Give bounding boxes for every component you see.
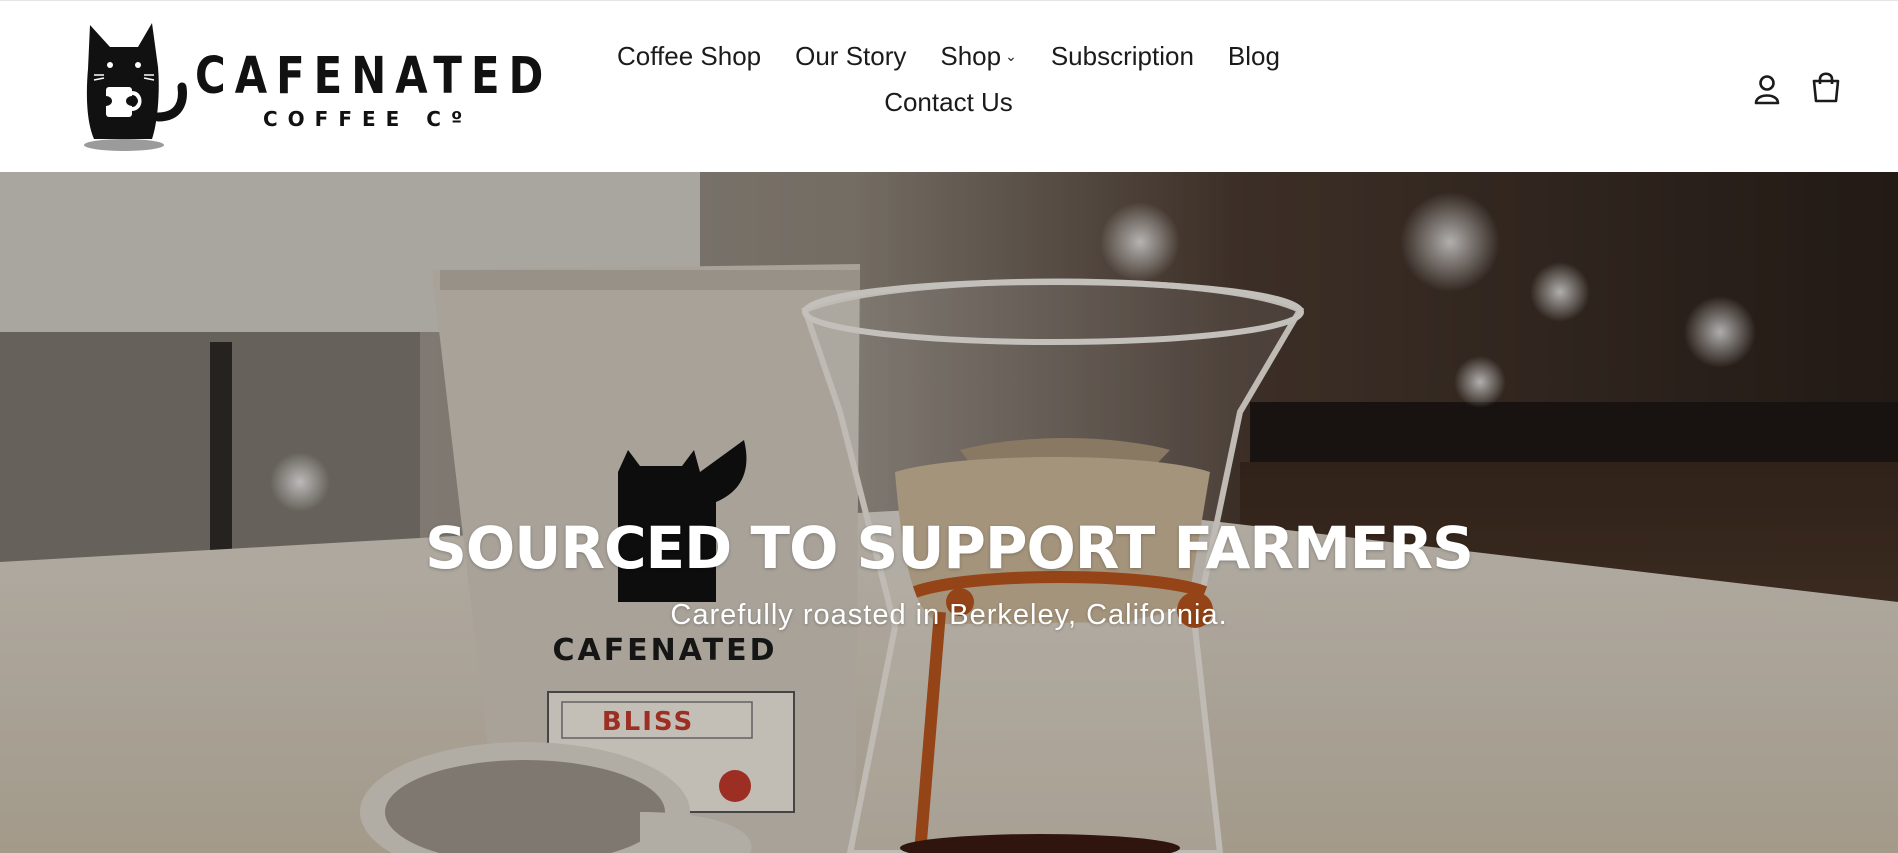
nav-item-label: Shop xyxy=(940,41,1002,71)
site-header: CAFENATED COFFEE Cº Coffee Shop Our Stor… xyxy=(0,0,1898,172)
brand-tagline: COFFEE Cº xyxy=(263,107,473,131)
nav-item-label: Contact Us xyxy=(884,87,1013,118)
nav-item-label: Subscription xyxy=(1050,41,1194,71)
chevron-down-icon: ⌄ xyxy=(1005,48,1017,65)
nav-item-subscription[interactable]: Subscription xyxy=(1034,41,1211,73)
nav-item-our-story[interactable]: Our Story xyxy=(778,41,923,73)
nav-item-blog[interactable]: Blog xyxy=(1211,41,1297,73)
nav-item-label: Coffee Shop xyxy=(617,41,762,71)
brand-logo[interactable]: CAFENATED COFFEE Cº xyxy=(80,21,543,153)
nav-item-coffee-shop[interactable]: Coffee Shop xyxy=(600,41,778,73)
brand-wordmark: CAFENATED xyxy=(195,47,553,106)
cart-icon[interactable] xyxy=(1810,71,1842,103)
nav-item-shop[interactable]: Shop ⌄ xyxy=(923,41,1033,73)
hero-overlay xyxy=(0,172,1898,853)
hero-banner: CAFENATED BLISS SOURCED TO SUPPORT FARME… xyxy=(0,172,1898,853)
nav-item-contact-us[interactable]: Contact Us xyxy=(867,87,1030,117)
account-icon[interactable] xyxy=(1752,73,1782,105)
hero-title: SOURCED TO SUPPORT FARMERS xyxy=(425,514,1474,582)
hero-subtitle: Carefully roasted in Berkeley, Californi… xyxy=(670,599,1228,631)
nav-item-label: Blog xyxy=(1227,41,1280,71)
nav-item-label: Our Story xyxy=(795,41,907,71)
cat-mascot-icon xyxy=(84,23,187,151)
main-navigation: Coffee Shop Our Story Shop ⌄ Subscription… xyxy=(560,41,1337,117)
